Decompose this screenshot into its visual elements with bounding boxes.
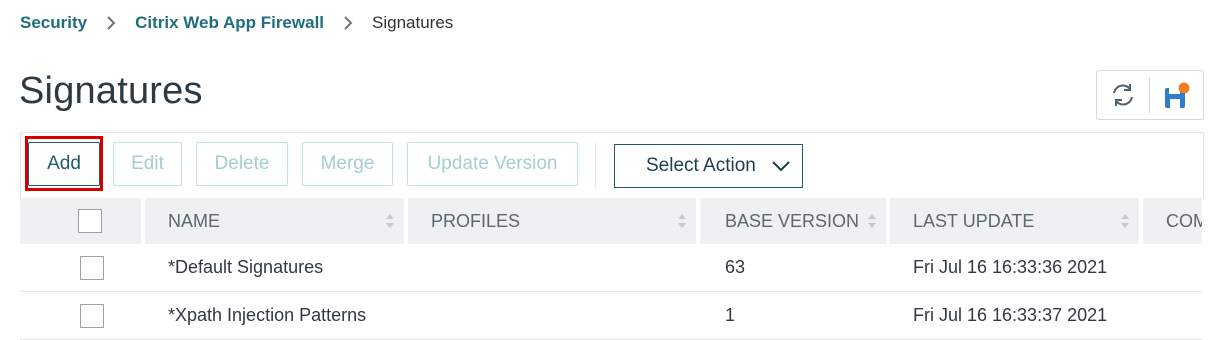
column-header-comment[interactable]: COM — [1143, 198, 1202, 244]
merge-button[interactable]: Merge — [302, 142, 393, 186]
column-header-profiles[interactable]: PROFILES — [408, 198, 696, 244]
signatures-table: NAME PROFILES BASE VERSION LAST UPDATE C… — [20, 198, 1202, 340]
toolbar-divider — [595, 143, 596, 188]
column-header-label: NAME — [168, 210, 221, 231]
delete-button[interactable]: Delete — [196, 142, 288, 186]
breadcrumb-waf-link[interactable]: Citrix Web App Firewall — [135, 13, 324, 33]
header-actions — [1096, 70, 1204, 120]
page-title: Signatures — [19, 70, 203, 112]
sort-icon — [868, 214, 876, 228]
sort-icon — [678, 214, 686, 228]
refresh-icon — [1113, 84, 1133, 106]
update-version-button[interactable]: Update Version — [407, 142, 578, 186]
row-checkbox[interactable] — [80, 256, 104, 280]
add-button[interactable]: Add — [28, 142, 100, 186]
header-gap — [696, 198, 700, 244]
table-header: NAME PROFILES BASE VERSION LAST UPDATE C… — [20, 198, 1202, 244]
save-icon — [1165, 82, 1190, 108]
select-all-checkbox[interactable] — [78, 209, 102, 233]
sort-icon — [1121, 214, 1129, 228]
select-all-header — [20, 198, 141, 244]
cell-base-version: 1 — [725, 305, 736, 325]
breadcrumb: Security Citrix Web App Firewall Signatu… — [20, 13, 453, 33]
cell-last-update: Fri Jul 16 16:33:36 2021 — [913, 257, 1108, 277]
chevron-right-icon — [106, 15, 116, 31]
select-action-dropdown[interactable]: Select Action — [614, 144, 803, 188]
column-header-label: BASE VERSION — [725, 210, 860, 231]
select-action-label: Select Action — [646, 155, 756, 176]
chevron-right-icon — [343, 15, 353, 31]
column-header-label: PROFILES — [431, 210, 521, 231]
chevron-down-icon — [772, 161, 790, 172]
breadcrumb-security-link[interactable]: Security — [20, 13, 87, 33]
toolbar: Add Edit Delete Merge Update Version Sel… — [20, 132, 1204, 199]
edit-button[interactable]: Edit — [113, 142, 182, 186]
table-row[interactable]: *Default Signatures 63 Fri Jul 16 16:33:… — [20, 244, 1202, 292]
column-header-name[interactable]: NAME — [145, 198, 404, 244]
cell-name: *Xpath Injection Patterns — [168, 305, 367, 325]
cell-base-version: 63 — [725, 257, 746, 277]
table-row[interactable]: *Xpath Injection Patterns 1 Fri Jul 16 1… — [20, 292, 1202, 340]
column-header-last-update[interactable]: LAST UPDATE — [890, 198, 1139, 244]
cell-name: *Default Signatures — [168, 257, 324, 277]
column-header-label: COM — [1166, 210, 1202, 231]
save-button[interactable] — [1150, 71, 1202, 119]
cell-last-update: Fri Jul 16 16:33:37 2021 — [913, 305, 1108, 325]
column-header-label: LAST UPDATE — [913, 210, 1035, 231]
refresh-button[interactable] — [1097, 71, 1149, 119]
row-checkbox[interactable] — [80, 304, 104, 328]
breadcrumb-current: Signatures — [372, 13, 454, 32]
column-header-base-version[interactable]: BASE VERSION — [702, 198, 886, 244]
sort-icon — [386, 214, 394, 228]
